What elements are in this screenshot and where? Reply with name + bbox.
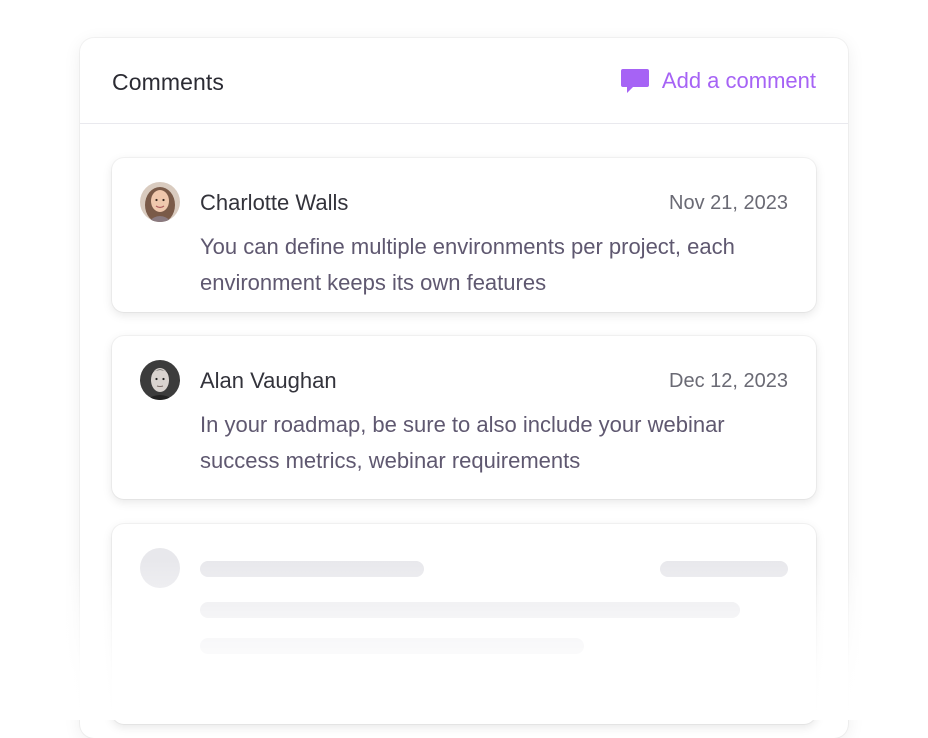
comment-author: Charlotte Walls xyxy=(200,190,349,215)
skeleton-author-line xyxy=(200,561,424,577)
add-comment-label: Add a comment xyxy=(661,68,816,93)
skeleton-avatar xyxy=(140,548,180,588)
chat-bubble-icon xyxy=(620,68,650,94)
comment-card: Charlotte Walls Nov 21, 2023 You can def… xyxy=(112,158,816,312)
comment-author: Alan Vaughan xyxy=(200,368,337,393)
comment-date: Dec 12, 2023 xyxy=(669,370,788,392)
panel-title: Comments xyxy=(112,69,224,95)
add-comment-button[interactable]: Add a comment xyxy=(620,68,816,94)
comment-text: In your roadmap, be sure to also include… xyxy=(200,412,725,473)
panel-header: Comments Add a comment xyxy=(80,38,848,124)
skeleton-text-line xyxy=(200,638,584,654)
comment-text: You can define multiple environments per… xyxy=(200,234,735,295)
comment-card: Alan Vaughan Dec 12, 2023 In your roadma… xyxy=(112,336,816,499)
comment-date: Nov 21, 2023 xyxy=(669,192,788,214)
skeleton-text-line xyxy=(200,602,740,618)
avatar xyxy=(140,182,180,222)
skeleton-date-line xyxy=(660,561,788,577)
comments-panel: Comments Add a comment Charlotte Walls N… xyxy=(80,38,848,738)
avatar xyxy=(140,360,180,400)
comment-card-skeleton xyxy=(112,524,816,724)
